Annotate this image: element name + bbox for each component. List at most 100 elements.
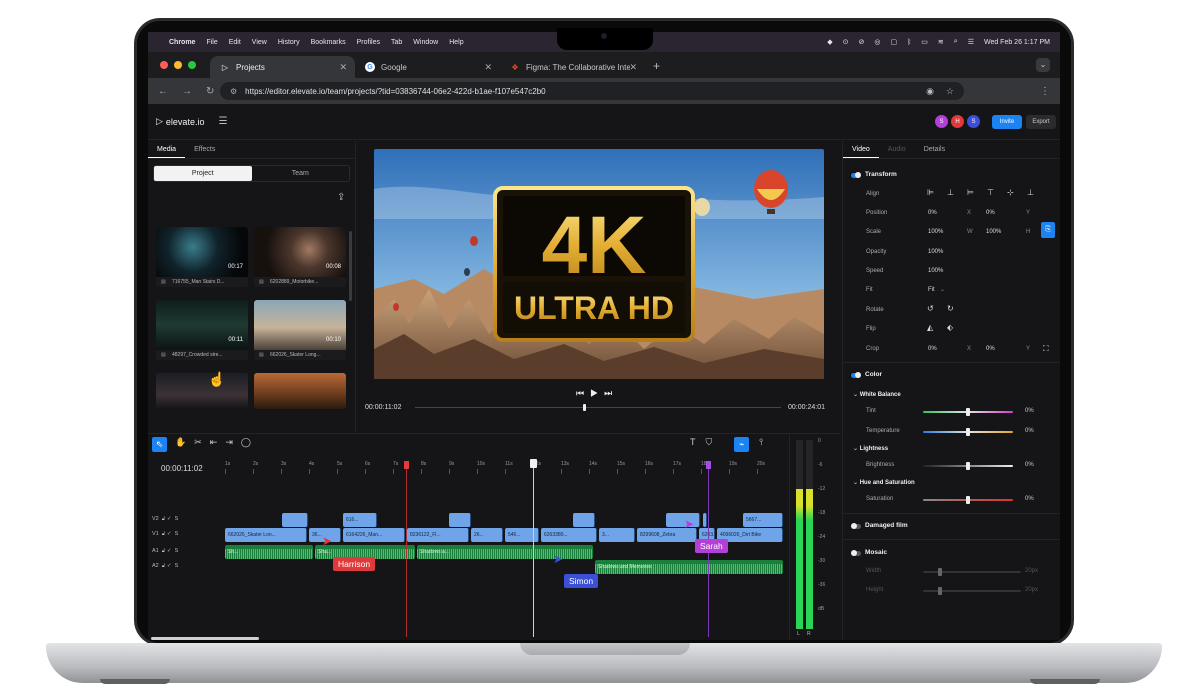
- status-icon-2[interactable]: ⊙: [843, 38, 849, 46]
- preview-scrubber[interactable]: [415, 407, 781, 408]
- select-tool-icon[interactable]: ⇖: [152, 437, 167, 452]
- menubar-clock[interactable]: Wed Feb 26 1:17 PM: [984, 39, 1050, 46]
- audio-clip[interactable]: Shadows and Memories: [595, 560, 783, 574]
- media-thumb[interactable]: 00:17 716755_Man Stairs D...: [156, 227, 248, 287]
- status-icon-5[interactable]: ▢: [890, 38, 897, 46]
- position-y-field[interactable]: 0%: [986, 210, 995, 216]
- align-center-icon[interactable]: ⊥: [947, 188, 954, 197]
- minimize-window-button[interactable]: [174, 61, 182, 69]
- media-scrollbar[interactable]: [349, 231, 352, 301]
- lock-aspect-icon[interactable]: ⎘: [1041, 222, 1055, 238]
- flip-vertical-icon[interactable]: ⬖: [947, 323, 953, 332]
- media-thumb[interactable]: 00:08 6202889_Motorbike...: [254, 227, 346, 287]
- skip-forward-icon[interactable]: ⏭: [604, 388, 618, 398]
- slider-handle[interactable]: [966, 462, 970, 470]
- close-tab-icon[interactable]: ✕: [339, 62, 347, 73]
- media-thumb[interactable]: [254, 373, 346, 409]
- skip-back-icon[interactable]: ⏮: [576, 388, 590, 398]
- menu-profiles[interactable]: Profiles: [357, 39, 380, 46]
- avatar[interactable]: H: [951, 115, 964, 128]
- close-tab-icon[interactable]: ✕: [484, 62, 492, 73]
- lock-icon[interactable]: 🔓︎: [162, 563, 166, 569]
- fit-select[interactable]: Fit: [928, 287, 935, 293]
- opacity-field[interactable]: 100%: [928, 249, 943, 255]
- status-icon-1[interactable]: ◆: [827, 38, 832, 46]
- shield-icon[interactable]: ⛉: [706, 437, 713, 452]
- audio-clip[interactable]: Shadows a...: [417, 545, 593, 559]
- crop-x-field[interactable]: 0%: [928, 346, 937, 352]
- avatar[interactable]: S: [935, 115, 948, 128]
- position-x-field[interactable]: 0%: [928, 210, 937, 216]
- lock-icon[interactable]: 🔓︎: [162, 531, 166, 537]
- menu-tab[interactable]: Tab: [391, 39, 402, 46]
- app-logo[interactable]: ▷ elevate.io: [156, 116, 204, 127]
- align-left-icon[interactable]: ⊫: [927, 188, 934, 197]
- control-center-icon[interactable]: ☰: [968, 38, 974, 46]
- crop-y-field[interactable]: 0%: [986, 346, 995, 352]
- menu-view[interactable]: View: [252, 39, 267, 46]
- slider-handle[interactable]: [966, 408, 970, 416]
- trim-left-icon[interactable]: ⇤: [210, 437, 218, 453]
- menu-help[interactable]: Help: [449, 39, 463, 46]
- battery-icon[interactable]: ▭: [921, 38, 928, 46]
- menubar-app-name[interactable]: Chrome: [169, 39, 195, 46]
- reload-icon[interactable]: ↻: [206, 86, 214, 97]
- search-icon[interactable]: ⌕: [954, 38, 958, 46]
- rotate-right-icon[interactable]: ↻: [947, 304, 954, 313]
- visible-check-icon[interactable]: ✓: [167, 531, 172, 537]
- media-thumb[interactable]: 00:10 662026_Skater Long...: [254, 300, 346, 360]
- clip[interactable]: 616...: [343, 513, 377, 527]
- lock-icon[interactable]: 🔓︎: [162, 516, 166, 522]
- clip[interactable]: [666, 513, 700, 527]
- tab-audio[interactable]: Audio: [879, 141, 915, 158]
- browser-menu-icon[interactable]: ⋮: [1040, 86, 1050, 97]
- tab-video[interactable]: Video: [843, 141, 879, 158]
- slider-handle[interactable]: [966, 496, 970, 504]
- slider-handle[interactable]: [938, 568, 942, 576]
- clip[interactable]: [282, 513, 308, 527]
- address-bar[interactable]: ⚙ https://editor.elevate.io/team/project…: [220, 82, 964, 100]
- hue-saturation-header[interactable]: Hue and Saturation: [860, 479, 915, 486]
- menu-file[interactable]: File: [206, 39, 217, 46]
- close-tab-icon[interactable]: ✕: [629, 62, 637, 73]
- bluetooth-icon[interactable]: ᛒ: [907, 39, 911, 46]
- site-info-icon[interactable]: ⚙: [230, 87, 237, 96]
- clip[interactable]: [449, 513, 471, 527]
- audio-clip[interactable]: Sh...: [225, 545, 313, 559]
- visible-check-icon[interactable]: ✓: [167, 563, 172, 569]
- magnet-snap-icon[interactable]: ⌁: [734, 437, 750, 452]
- upload-icon[interactable]: ⇪: [337, 192, 345, 203]
- close-window-button[interactable]: [160, 61, 168, 69]
- clip[interactable]: [703, 513, 707, 527]
- browser-tab-figma[interactable]: ❖ Figma: The Collaborative Inte ✕: [500, 56, 645, 78]
- browser-tab-projects[interactable]: ▷ Projects ✕: [210, 56, 355, 78]
- slider-handle[interactable]: [966, 428, 970, 436]
- flip-horizontal-icon[interactable]: ◭: [927, 323, 933, 332]
- split-icon[interactable]: ⫯: [759, 437, 763, 452]
- clip[interactable]: [573, 513, 595, 527]
- clip[interactable]: 8236122_Fl...: [407, 528, 469, 542]
- menu-edit[interactable]: Edit: [229, 39, 241, 46]
- back-icon[interactable]: ←: [158, 86, 168, 97]
- text-tool-icon[interactable]: T: [690, 437, 696, 452]
- comment-icon[interactable]: ◯: [241, 437, 251, 453]
- hand-tool-icon[interactable]: ✋: [175, 437, 186, 453]
- align-top-icon[interactable]: ⊤: [987, 188, 994, 197]
- timeline-ruler[interactable]: 1s 2s 3s 4s 5s 6s 7s 8s 9s 10s 11s 12s 13s 14s 15s 16s 1…: [225, 461, 785, 475]
- saturation-slider[interactable]: [923, 496, 1013, 504]
- mosaic-width-slider[interactable]: [923, 568, 1021, 576]
- damaged-film-toggle[interactable]: [851, 523, 861, 529]
- rotate-left-icon[interactable]: ↺: [927, 304, 934, 313]
- clip[interactable]: 5667...: [743, 513, 783, 527]
- bookmark-star-icon[interactable]: ☆: [946, 86, 954, 97]
- menu-window[interactable]: Window: [413, 39, 438, 46]
- invite-button[interactable]: Invite: [992, 115, 1022, 129]
- segment-team[interactable]: Team: [252, 166, 350, 181]
- clip[interactable]: 662026_Skater Lon...: [225, 528, 307, 542]
- tint-slider[interactable]: [923, 408, 1013, 416]
- clip[interactable]: 3...: [599, 528, 635, 542]
- align-bottom-icon[interactable]: ⊥: [1027, 188, 1034, 197]
- mosaic-height-slider[interactable]: [923, 587, 1021, 595]
- brightness-slider[interactable]: [923, 462, 1013, 470]
- lock-icon[interactable]: 🔓︎: [162, 548, 166, 554]
